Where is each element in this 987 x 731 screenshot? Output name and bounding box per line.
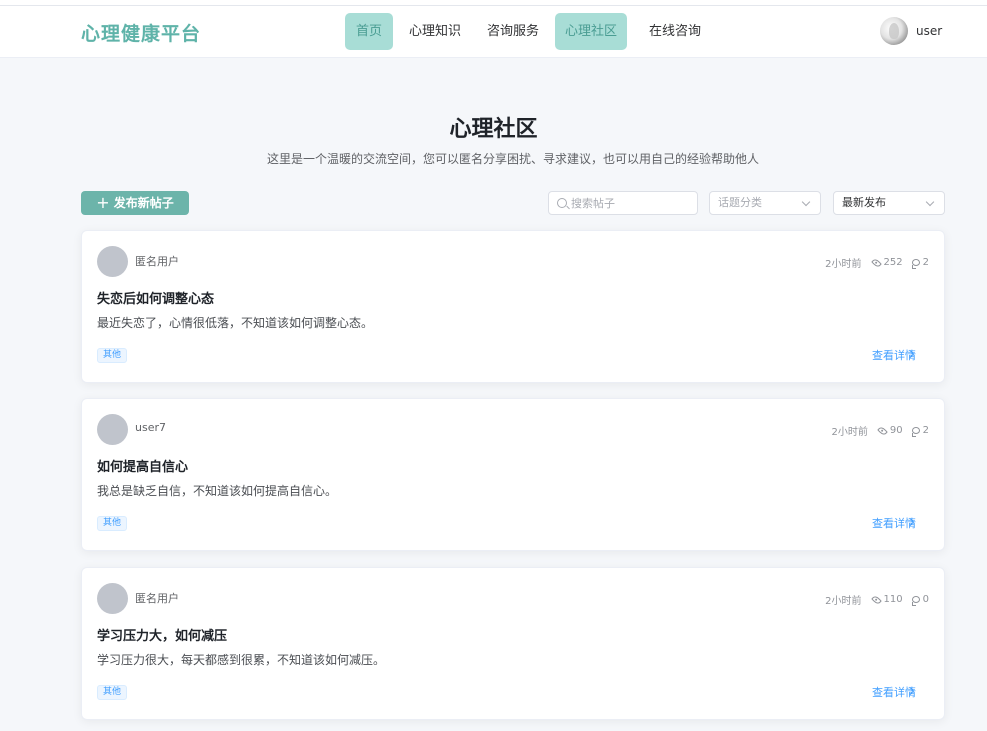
post-views: 110 [883,594,903,605]
plus-icon: + [96,193,110,212]
new-post-button[interactable]: + 发布新帖子 [81,191,189,215]
post-views: 90 [889,425,903,436]
post-meta: 2小时前 90 2 [831,423,929,438]
search-icon [557,198,567,208]
eye-icon [870,594,882,605]
post-title[interactable]: 学习压力大，如何减压 [97,625,227,644]
post-comments: 2 [922,257,929,268]
author-avatar [97,583,128,614]
post-author: 匿名用户 [135,592,179,605]
brand-logo[interactable]: 心理健康平台 [81,19,201,46]
category-select[interactable]: 话题分类 [709,191,821,215]
post-content: 学习压力很大，每天都感到很累，不知道该如何减压。 [97,653,386,667]
sort-select[interactable]: 最新发布 [833,191,945,215]
comment-icon [911,427,920,437]
new-post-label: 发布新帖子 [113,196,174,210]
post-time: 2小时前 [831,427,868,438]
post-content: 最近失恋了，心情很低落，不知道该如何调整心态。 [97,316,374,330]
page-title: 心理社区 [449,117,538,142]
post-content: 我总是缺乏自信，不知道该如何提高自信心。 [97,484,338,498]
post-comments: 2 [922,425,929,436]
post-title[interactable]: 如何提高自信心 [97,456,188,475]
comment-icon [911,596,920,606]
post-card[interactable]: 匿名用户 2小时前 110 0 学习压力大，如何减压 学习压力很大，每天都感到很累，… [81,567,945,720]
post-title[interactable]: 失恋后如何调整心态 [97,288,214,307]
post-meta: 2小时前 110 0 [825,592,929,607]
post-card[interactable]: user7 2小时前 90 2 如何提高自信心 我总是缺乏自信，不知道该如何提高自信… [81,398,945,551]
nav-item-knowledge[interactable]: 心理知识 [401,13,469,50]
nav-item-counseling[interactable]: 咨询服务 [479,13,547,50]
nav-item-online-consult[interactable]: 在线咨询 [639,13,711,50]
category-select-value: 话题分类 [718,196,762,209]
post-time: 2小时前 [825,596,862,607]
post-meta: 2小时前 252 2 [825,255,929,270]
page-subtitle: 这里是一个温暖的交流空间，您可以匿名分享困扰、寻求建议，也可以用自己的经验帮助他… [266,152,759,166]
nav-item-home[interactable]: 首页 [345,13,393,50]
sort-select-value: 最新发布 [842,196,886,209]
chevron-down-icon [801,197,811,207]
post-tag: 其他 [97,348,128,363]
author-avatar [97,246,128,277]
post-comments: 0 [922,594,929,605]
post-views: 252 [883,257,903,268]
chevron-down-icon [925,197,935,207]
post-tag: 其他 [97,516,128,531]
post-author: 匿名用户 [135,255,179,268]
post-author: user7 [135,421,166,434]
nav-item-community[interactable]: 心理社区 [555,13,627,50]
eye-icon [870,257,882,268]
comment-icon [911,259,920,269]
header: 心理健康平台 首页 心理知识 咨询服务 心理社区 在线咨询 user [0,6,987,58]
search-box[interactable] [548,191,698,215]
author-avatar [97,414,128,445]
avatar[interactable] [880,17,908,45]
user-name[interactable]: user [916,24,942,38]
search-input[interactable] [571,194,691,212]
post-tag: 其他 [97,685,128,700]
eye-icon [877,425,888,436]
post-card[interactable]: 匿名用户 2小时前 252 2 失恋后如何调整心态 最近失恋了，心情很低落，不知道该… [81,230,945,383]
post-time: 2小时前 [825,259,862,270]
